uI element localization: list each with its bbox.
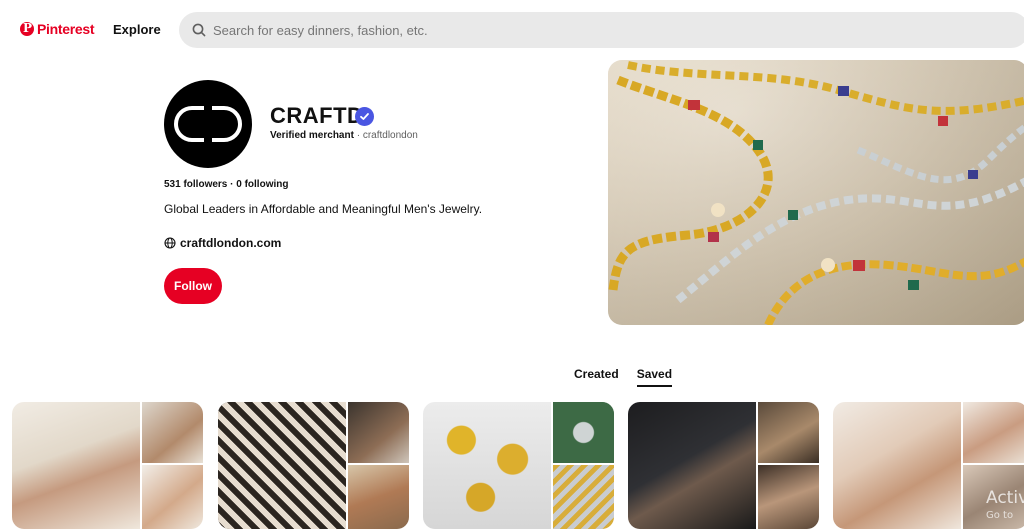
profile-tabs: Created Saved [574, 367, 673, 387]
verified-badge-icon [355, 107, 374, 126]
craftd-logo-icon [174, 106, 242, 142]
board-thumb-image [553, 465, 614, 529]
top-nav: Pinterest Explore [0, 0, 1024, 60]
pinterest-logo-icon [20, 21, 34, 36]
board-thumb-image [348, 402, 409, 463]
board-thumb-image [963, 402, 1024, 463]
os-activation-watermark: Activ [986, 488, 1024, 508]
search-bar[interactable] [179, 12, 1024, 48]
board-cover-image [12, 402, 140, 529]
verified-merchant-label: Verified merchant [270, 130, 354, 141]
website-url: craftdlondon.com [180, 236, 282, 250]
cover-image [608, 60, 1024, 325]
os-activation-watermark-sub: Go to [986, 510, 1014, 521]
website-link[interactable]: craftdlondon.com [164, 236, 281, 250]
profile-bio: Global Leaders in Affordable and Meaning… [164, 202, 483, 216]
board-thumb-image [758, 402, 819, 463]
board-thumb-image [553, 402, 614, 463]
board-cover-image [833, 402, 961, 529]
board-thumb-image [142, 465, 203, 529]
board-card[interactable] [12, 402, 203, 529]
board-card[interactable] [628, 402, 819, 529]
board-card[interactable] [423, 402, 614, 529]
board-cover-image [628, 402, 756, 529]
board-thumb-image [348, 465, 409, 529]
pinterest-logo-text: Pinterest [37, 21, 95, 37]
verified-merchant-line: Verified merchant · craftdlondon [270, 130, 418, 141]
board-thumb-image [142, 402, 203, 463]
handle-separator: · [353, 130, 363, 141]
search-input[interactable] [213, 22, 913, 38]
follow-button[interactable]: Follow [164, 268, 222, 304]
avatar [164, 80, 252, 168]
jewelry-cover-illustration [608, 60, 1024, 325]
explore-link[interactable]: Explore [113, 22, 161, 37]
search-icon [192, 23, 206, 37]
board-card[interactable] [218, 402, 409, 529]
tab-saved[interactable]: Saved [636, 367, 673, 387]
board-cover-image [218, 402, 346, 529]
tab-created[interactable]: Created [574, 367, 619, 381]
followers-count[interactable]: 531 followers · 0 following [164, 179, 288, 190]
board-cover-image [423, 402, 551, 529]
board-thumb-image [758, 465, 819, 529]
profile-name: CRAFTD [270, 103, 364, 128]
profile-handle: craftdlondon [362, 130, 418, 141]
globe-icon [164, 237, 176, 249]
pinterest-logo[interactable]: Pinterest [20, 21, 95, 37]
